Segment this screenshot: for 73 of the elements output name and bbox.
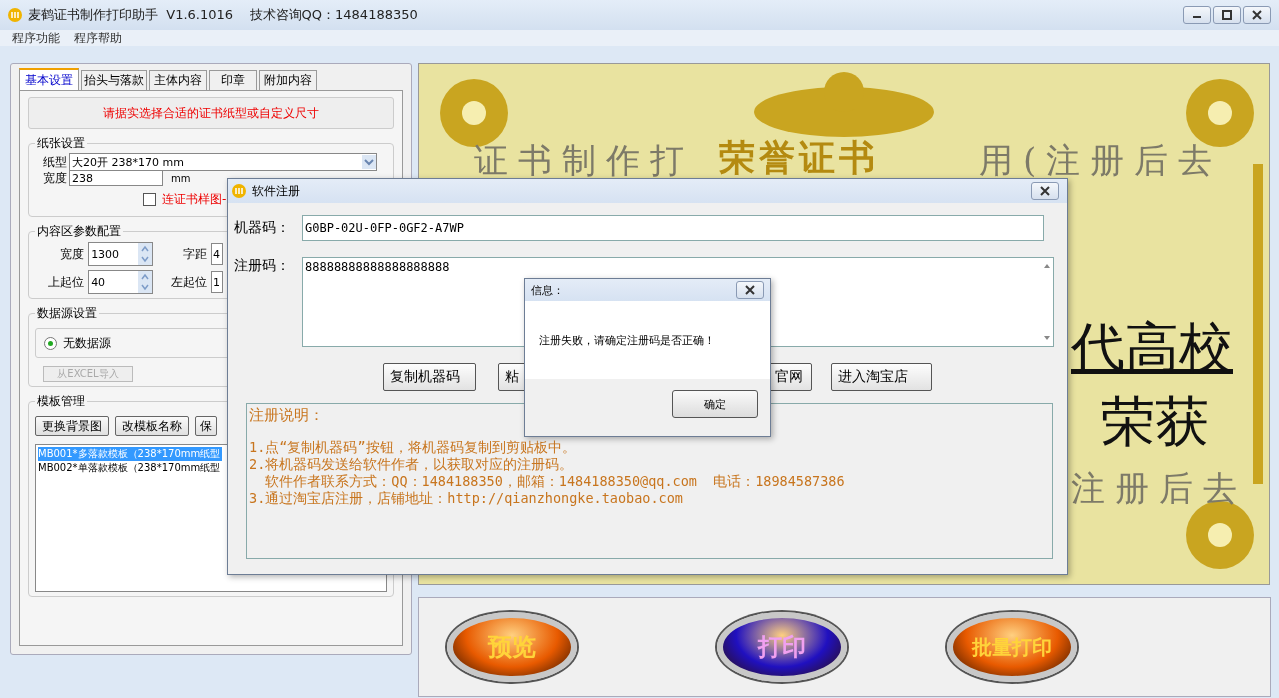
spin-value: 1300	[90, 247, 120, 261]
radio-button[interactable]	[44, 336, 57, 350]
close-button[interactable]	[736, 281, 764, 299]
field-label: 注册码：	[234, 257, 291, 275]
field-label: 宽度	[43, 169, 67, 187]
message-text: 注册失败，请确定注册码是否正确！	[539, 332, 715, 348]
close-icon	[1040, 186, 1050, 196]
close-button[interactable]	[1243, 6, 1271, 24]
spin-value: 40	[90, 275, 106, 289]
template-item[interactable]: MB002*单落款模板（238*170mm纸型	[38, 461, 222, 475]
ok-button[interactable]: 确定	[672, 390, 758, 418]
close-icon	[745, 285, 755, 295]
maximize-icon	[1222, 10, 1232, 20]
window-title: 麦鹤证书制作打印助手 V1.6.1016 技术咨询QQ：1484188350	[28, 6, 418, 24]
field-label: 纸型	[43, 153, 67, 171]
tab[interactable]: 抬头与落款	[81, 70, 147, 90]
field-value: 88888888888888888888	[304, 259, 451, 276]
instruction-line: 1.点“复制机器码”按钮，将机器码复制到剪贴板中。	[249, 439, 577, 456]
group-title: 模板管理	[36, 393, 86, 410]
spin-arrows-icon	[138, 271, 152, 293]
certificate-text: 荣誉证书	[719, 135, 879, 180]
template-button[interactable]: 改模板名称	[115, 416, 189, 436]
machine-code-field[interactable]: G0BP-02U-0FP-0GF2-A7WP	[302, 215, 1044, 241]
radio-label: 无数据源	[63, 334, 111, 352]
notice-banner: 请据实选择合适的证书纸型或自定义尺寸	[28, 97, 394, 129]
tab[interactable]: 基本设置	[19, 68, 79, 90]
tab[interactable]: 附加内容	[259, 70, 317, 90]
text-input[interactable]: 4	[211, 243, 223, 265]
dropdown-value: 大20开 238*170 mm	[71, 154, 184, 170]
unit-label: mm	[171, 172, 191, 184]
checkbox[interactable]	[143, 192, 156, 206]
spin-arrows-icon	[138, 243, 152, 265]
spin-box[interactable]: 40	[88, 270, 153, 294]
tab[interactable]: 印章	[209, 70, 257, 90]
close-icon	[1252, 10, 1262, 20]
dialog-button[interactable]: 官网	[768, 363, 812, 391]
instruction-line: 2.将机器码发送给软件作者，以获取对应的注册码。	[249, 456, 575, 473]
tab[interactable]: 主体内容	[149, 70, 207, 90]
certificate-text: 证书制作打	[474, 139, 694, 182]
instructions-title: 注册说明：	[249, 406, 325, 425]
dialog-title: 软件注册	[252, 182, 300, 200]
text-input[interactable]: 1	[211, 271, 223, 293]
field-label: 左起位	[170, 273, 207, 291]
group-title: 纸张设置	[36, 135, 86, 152]
field-label: 宽度	[59, 245, 85, 263]
certificate-text: 荣获	[1101, 389, 1209, 455]
dialog-title: 信息：	[531, 282, 564, 298]
certificate-text: 代高校	[1071, 315, 1233, 381]
field-label: 字距	[182, 245, 207, 263]
certificate-text: 注册后去	[1071, 467, 1247, 510]
width-input[interactable]: 238	[69, 170, 163, 186]
paper-type-dropdown[interactable]: 大20开 238*170 mm	[69, 153, 377, 171]
maximize-button[interactable]	[1213, 6, 1241, 24]
border-strip-icon	[1253, 164, 1263, 484]
menu-item[interactable]: 程序功能	[12, 29, 60, 47]
template-button[interactable]: 更换背景图	[35, 416, 109, 436]
checkbox-label: 连证书样图-	[162, 190, 227, 208]
menu-item[interactable]: 程序帮助	[74, 29, 122, 47]
group-title: 数据源设置	[36, 305, 98, 322]
group-title: 内容区参数配置	[36, 223, 122, 240]
spin-box[interactable]: 1300	[88, 242, 153, 266]
instruction-line: 3.通过淘宝店注册，店铺地址：http://qianzhongke.taobao.com	[249, 490, 684, 507]
app-logo-icon	[8, 8, 22, 22]
minimize-button[interactable]	[1183, 6, 1211, 24]
app-logo-icon	[232, 184, 246, 198]
certificate-text: 用(注册后去	[979, 139, 1223, 182]
dialog-button[interactable]: 复制机器码	[383, 363, 476, 391]
field-label: 机器码：	[234, 219, 291, 237]
field-label: 上起位	[47, 273, 85, 291]
instruction-line: 软件作者联系方式：QQ：1484188350，邮箱：1484188350@qq.com 电话：18984587386	[264, 473, 846, 490]
template-button[interactable]: 保	[195, 416, 217, 436]
close-button[interactable]	[1031, 182, 1059, 200]
dialog-button[interactable]: 进入淘宝店	[831, 363, 932, 391]
